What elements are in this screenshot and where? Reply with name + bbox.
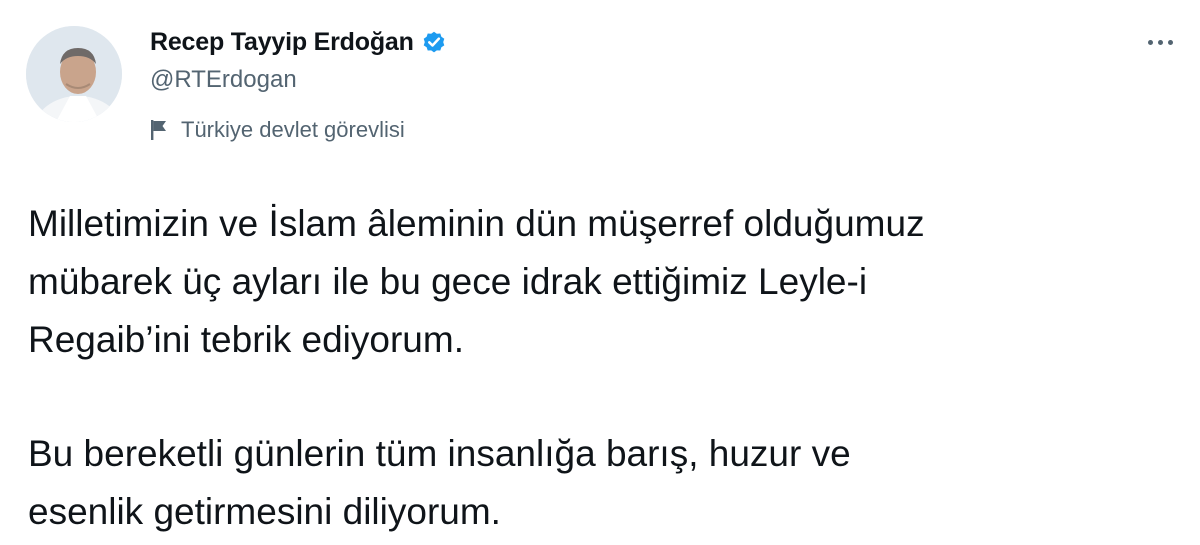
tweet-paragraph-2: Bu bereketli günlerin tüm insanlığa barı… [28, 425, 1188, 541]
tweet-card: Recep Tayyip Erdoğan @RTErdogan Türkiye … [0, 0, 1200, 545]
account-label-text: Türkiye devlet görevlisi [181, 117, 405, 142]
author-handle[interactable]: @RTErdogan [150, 66, 297, 94]
account-label: Türkiye devlet görevlisi [150, 114, 405, 146]
tweet-line: esenlik getirmesini diliyorum. [28, 491, 501, 532]
tweet-paragraph-1: Milletimizin ve İslam âleminin dün müşer… [28, 195, 1188, 369]
author-display-name[interactable]: Recep Tayyip Erdoğan [150, 28, 414, 57]
author-name-row: Recep Tayyip Erdoğan [150, 24, 447, 60]
tweet-line: Regaib’ini tebrik ediyorum. [28, 319, 464, 360]
tweet-line: Bu bereketli günlerin tüm insanlığa barı… [28, 433, 851, 474]
tweet-line: mübarek üç ayları ile bu gece idrak etti… [28, 261, 868, 302]
more-options-icon[interactable] [1138, 26, 1182, 58]
avatar-portrait [26, 26, 122, 122]
avatar[interactable] [26, 26, 122, 122]
verified-badge-icon [421, 29, 447, 55]
tweet-line: Milletimizin ve İslam âleminin dün müşer… [28, 203, 925, 244]
flag-icon [150, 119, 168, 141]
